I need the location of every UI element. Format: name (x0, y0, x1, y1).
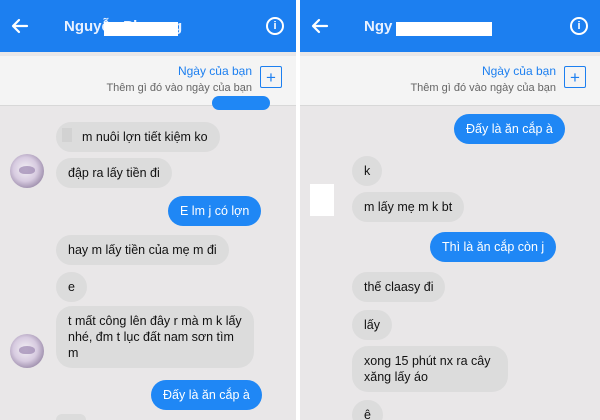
message-bubble-in: hay m lấy tiền của mẹ m đi (56, 235, 229, 265)
day-banner-title: Ngày của bạn (177, 64, 252, 78)
text-redaction (62, 128, 72, 142)
day-banner[interactable]: Ngày của bạn Thêm gì đó vào ngày của bạn… (300, 56, 600, 106)
day-banner-title: Ngày của bạn (481, 64, 556, 78)
chat-panel-right: Ngy i Ngày của bạn Thêm gì đó vào ngày c… (300, 0, 600, 420)
message-bubble-out: Thì là ăn cắp còn j (430, 232, 557, 262)
message-bubble-cut (56, 414, 86, 420)
contact-name: Ngy (364, 18, 393, 35)
message-bubble-out: Đấy là ăn cắp à (454, 114, 565, 144)
info-icon[interactable]: i (266, 17, 284, 35)
message-bubble-in: ê (352, 400, 383, 420)
info-icon[interactable]: i (570, 17, 588, 35)
message-bubble-in: đập ra lấy tiền đi (56, 158, 172, 188)
message-bubble-in: m nuôi lợn tiết kiệm ko (56, 122, 220, 152)
message-bubble-in: lấy (352, 310, 392, 340)
chat-header: Ngy i (300, 0, 600, 52)
day-banner-subtitle: Thêm gì đó vào ngày của bạn (106, 82, 252, 94)
arrow-left-icon[interactable] (8, 14, 32, 38)
message-bubble-cut (212, 96, 270, 110)
avatar (10, 154, 44, 188)
name-redaction (396, 22, 492, 36)
chat-header: Nguyễn Phương i (0, 0, 296, 52)
message-bubble-in: t mất công lên đây r mà m k lấy nhé, đm … (56, 306, 254, 368)
message-bubble-out: Đấy là ăn cắp à (151, 380, 262, 410)
message-bubble-out: E lm j có lợn (168, 196, 262, 226)
message-bubble-in: m lấy mẹ m k bt (352, 192, 465, 222)
plus-icon[interactable]: + (260, 66, 282, 88)
avatar-redacted (310, 184, 334, 216)
day-banner-subtitle: Thêm gì đó vào ngày của bạn (410, 82, 556, 94)
avatar (10, 334, 44, 368)
message-bubble-in: thế claasy đi (352, 272, 446, 302)
message-bubble-in: e (56, 272, 87, 302)
arrow-left-icon[interactable] (308, 14, 332, 38)
chat-panel-left: Nguyễn Phương i Ngày của bạn Thêm gì đó … (0, 0, 296, 420)
message-bubble-in: xong 15 phút nx ra cây xăng lấy áo (352, 346, 508, 392)
plus-icon[interactable]: + (564, 66, 586, 88)
message-bubble-in: k (352, 156, 383, 186)
name-redaction (104, 22, 178, 36)
